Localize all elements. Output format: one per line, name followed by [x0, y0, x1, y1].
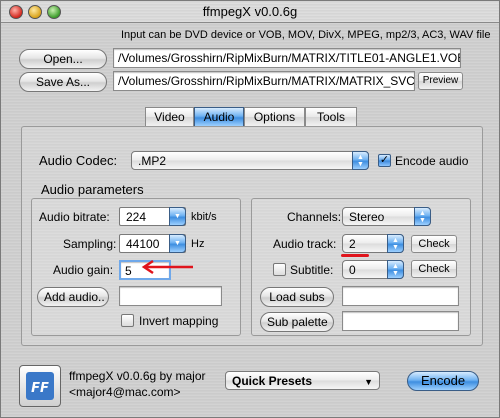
audio-track-select[interactable]: 2 ▲ ▼	[342, 234, 404, 253]
sub-palette-button[interactable]: Sub palette	[260, 312, 334, 332]
audio-track-value: 2	[349, 237, 356, 251]
preview-button[interactable]: Preview	[418, 72, 463, 90]
tab-tools[interactable]: Tools	[305, 107, 357, 127]
ffmpegx-logo-icon: FF	[19, 365, 61, 407]
author-email: <major4@mac.com>	[69, 385, 181, 399]
audio-bitrate-label: Audio bitrate:	[39, 210, 110, 224]
zoom-window-icon[interactable]	[47, 5, 61, 19]
encode-button[interactable]: Encode	[407, 371, 479, 391]
tab-video[interactable]: Video	[145, 107, 194, 127]
minimize-window-icon[interactable]	[28, 5, 42, 19]
output-path-field[interactable]: /Volumes/Grosshirn/RipMixBurn/MATRIX/MAT…	[113, 71, 415, 91]
tab-audio[interactable]: Audio	[194, 107, 244, 127]
sampling-value: 44100	[126, 237, 160, 251]
quick-presets-select[interactable]: Quick Presets ▼	[225, 371, 380, 390]
channels-value: Stereo	[349, 210, 385, 224]
annotation-underline	[341, 254, 369, 257]
load-subs-field[interactable]	[342, 286, 459, 306]
audio-parameters-heading: Audio parameters	[41, 182, 144, 197]
subtitle-value: 0	[349, 263, 356, 277]
input-hint: Input can be DVD device or VOB, MOV, Div…	[121, 29, 491, 41]
invert-mapping-checkbox[interactable]	[121, 314, 134, 327]
popup-arrows-icon: ▲ ▼	[414, 207, 431, 226]
audio-codec-select[interactable]: .MP2 ▲ ▼	[131, 151, 369, 170]
combo-arrow-icon: ▼	[169, 207, 186, 226]
add-audio-button[interactable]: Add audio..	[37, 287, 109, 307]
window-title: ffmpegX v0.0.6g	[202, 4, 298, 19]
open-button[interactable]: Open...	[19, 49, 107, 69]
channels-select[interactable]: Stereo ▲ ▼	[342, 207, 431, 226]
version-text: ffmpegX v0.0.6g by major	[69, 369, 206, 383]
input-path-field[interactable]: /Volumes/Grosshirn/RipMixBurn/MATRIX/TIT…	[113, 48, 461, 68]
invert-mapping-label: Invert mapping	[139, 314, 219, 328]
channels-label: Channels:	[287, 210, 342, 224]
encode-audio-label: Encode audio	[395, 154, 469, 168]
load-subs-button[interactable]: Load subs	[260, 287, 334, 307]
audio-track-check-button[interactable]: Check	[411, 235, 457, 253]
audio-codec-value: .MP2	[138, 154, 167, 168]
add-audio-field[interactable]	[119, 286, 222, 306]
sampling-label: Sampling:	[63, 237, 117, 251]
popup-arrows-icon: ▲ ▼	[387, 234, 404, 253]
sub-palette-field[interactable]	[342, 311, 459, 331]
svg-text:FF: FF	[31, 381, 49, 396]
annotation-arrow-icon	[141, 259, 193, 275]
dropdown-arrow-icon: ▼	[364, 377, 373, 387]
combo-arrow-icon: ▼	[169, 234, 186, 253]
tab-options[interactable]: Options	[244, 107, 305, 127]
subtitle-select[interactable]: 0 ▲ ▼	[342, 260, 404, 279]
popup-arrows-icon: ▲ ▼	[352, 151, 369, 170]
close-window-icon[interactable]	[9, 5, 23, 19]
audio-track-label: Audio track:	[273, 237, 337, 251]
audio-codec-label: Audio Codec:	[39, 153, 118, 168]
audio-gain-label: Audio gain:	[53, 263, 114, 277]
subtitle-check-button[interactable]: Check	[411, 260, 457, 278]
sampling-unit: Hz	[191, 238, 205, 250]
audio-bitrate-combo[interactable]: 224 ▼	[119, 207, 186, 226]
quick-presets-label: Quick Presets	[232, 374, 313, 388]
save-as-button[interactable]: Save As...	[19, 72, 107, 92]
audio-bitrate-unit: kbit/s	[191, 211, 217, 223]
app-window: ffmpegX v0.0.6g Input can be DVD device …	[0, 0, 500, 418]
subtitle-label: Subtitle:	[290, 263, 334, 277]
sampling-combo[interactable]: 44100 ▼	[119, 234, 186, 253]
audio-bitrate-value: 224	[126, 210, 147, 224]
encode-audio-checkbox[interactable]: ✓	[378, 154, 391, 167]
popup-arrows-icon: ▲ ▼	[387, 260, 404, 279]
subtitle-checkbox[interactable]	[273, 263, 286, 276]
title-bar: ffmpegX v0.0.6g	[1, 1, 499, 23]
